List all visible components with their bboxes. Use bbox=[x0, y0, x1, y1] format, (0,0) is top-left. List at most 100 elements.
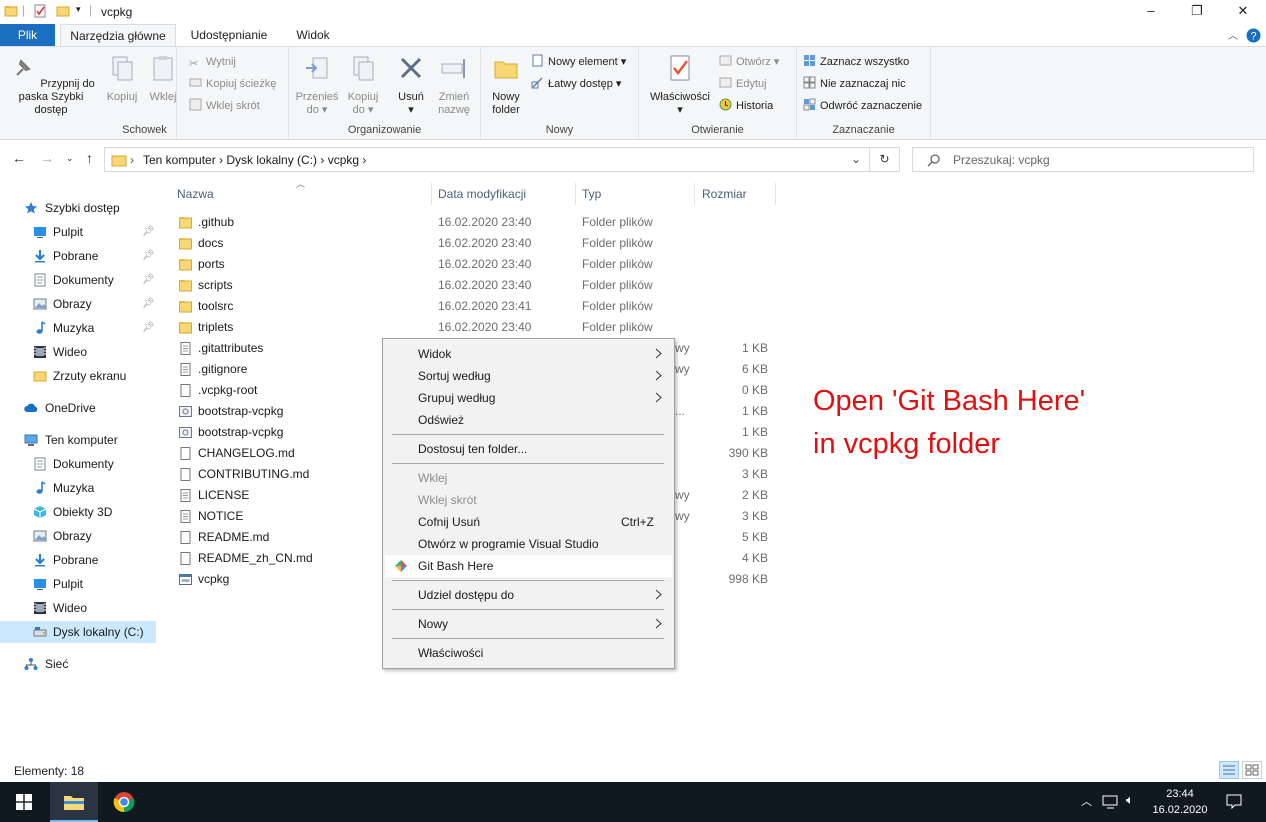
column-header-date[interactable]: Data modyfikacji bbox=[438, 187, 526, 201]
volume-icon[interactable]: 🔈︎ bbox=[1126, 792, 1134, 808]
sidebar-item-dokumenty[interactable]: Dokumenty 📌︎ bbox=[0, 269, 156, 291]
sidebar-item-pobrane[interactable]: Pobrane 📌︎ bbox=[0, 245, 156, 267]
sidebar-item-zrzuty-ekranu[interactable]: Zrzuty ekranu bbox=[0, 365, 156, 387]
file-row[interactable]: docs 16.02.2020 23:40 Folder plików bbox=[175, 233, 865, 254]
menu-item-otworz-w-programie-visual-studio[interactable]: Otwórz w programie Visual Studio bbox=[385, 533, 672, 555]
open-button[interactable]: Otwórz ▾ bbox=[719, 53, 779, 71]
recent-locations-icon[interactable]: ⌄ bbox=[66, 153, 74, 164]
pin-icon[interactable]: 📌︎ bbox=[142, 317, 155, 339]
new-folder-button[interactable]: Nowy folder bbox=[485, 53, 527, 117]
breadcrumb[interactable]: Ten komputer › Dysk lokalny (C:) › vcpkg… bbox=[143, 153, 366, 167]
start-button[interactable] bbox=[0, 782, 48, 822]
sidebar-item-obrazy[interactable]: Obrazy bbox=[0, 525, 156, 547]
sidebar-item-obrazy[interactable]: Obrazy 📌︎ bbox=[0, 293, 156, 315]
quick-access-dropdown[interactable]: ▾ bbox=[76, 4, 81, 15]
action-center-icon[interactable] bbox=[1226, 794, 1242, 810]
back-arrow-icon[interactable]: ← bbox=[12, 150, 26, 166]
sidebar-item-szybki-dostep[interactable]: Szybki dostęp bbox=[0, 197, 156, 219]
file-row[interactable]: ports 16.02.2020 23:40 Folder plików bbox=[175, 254, 865, 275]
refresh-button[interactable]: ↻ bbox=[870, 147, 900, 172]
invert-selection-button[interactable]: Odwróć zaznaczenie bbox=[803, 97, 922, 115]
pin-icon[interactable]: 📌︎ bbox=[142, 269, 155, 291]
maximize-button[interactable]: ❐ bbox=[1174, 0, 1220, 22]
folder-icon[interactable] bbox=[4, 4, 18, 18]
file-icon bbox=[180, 489, 191, 502]
sidebar-item-wideo[interactable]: Wideo bbox=[0, 341, 156, 363]
history-button[interactable]: Historia bbox=[719, 97, 773, 115]
minimize-button[interactable]: – bbox=[1128, 0, 1174, 22]
sidebar-item-pulpit[interactable]: Pulpit bbox=[0, 573, 156, 595]
file-row[interactable]: scripts 16.02.2020 23:40 Folder plików bbox=[175, 275, 865, 296]
menu-item-wklej-skrot[interactable]: Wklej skrót bbox=[385, 489, 672, 511]
system-clock[interactable]: 23:44 16.02.2020 bbox=[1148, 786, 1212, 818]
network-icon[interactable] bbox=[1102, 795, 1120, 809]
cut-button[interactable]: ✂ Wytnij bbox=[189, 53, 236, 71]
properties-button[interactable]: Właściwości ▾ bbox=[645, 53, 715, 117]
tab-share[interactable]: Udostępnianie bbox=[180, 24, 278, 46]
close-button[interactable]: ✕ bbox=[1220, 0, 1266, 22]
sidebar-item-dysk-lokalny-c[interactable]: Dysk lokalny (C:) bbox=[0, 621, 156, 643]
menu-item-odswiez[interactable]: Odśwież bbox=[385, 409, 672, 431]
menu-item-dostosuj-ten-folder[interactable]: Dostosuj ten folder... bbox=[385, 438, 672, 460]
sidebar-item-ten-komputer[interactable]: Ten komputer bbox=[0, 429, 156, 451]
copy-button[interactable]: Kopiuj bbox=[102, 53, 142, 104]
sidebar-item-onedrive[interactable]: OneDrive bbox=[0, 397, 156, 419]
easy-access-button[interactable]: Łatwy dostęp ▾ bbox=[531, 75, 621, 93]
large-icons-view-button[interactable] bbox=[1242, 761, 1262, 779]
menu-item-widok[interactable]: Widok bbox=[385, 343, 672, 365]
file-row[interactable]: toolsrc 16.02.2020 23:41 Folder plików bbox=[175, 296, 865, 317]
menu-item-udziel-dostepu-do[interactable]: Udziel dostępu do bbox=[385, 584, 672, 606]
details-view-button[interactable] bbox=[1219, 761, 1239, 779]
move-to-button[interactable]: Przenieś do ▾ bbox=[293, 53, 341, 117]
new-folder-icon[interactable] bbox=[56, 4, 70, 18]
menu-item-wlasciwosci[interactable]: Właściwości bbox=[385, 642, 672, 664]
sidebar-item-wideo[interactable]: Wideo bbox=[0, 597, 156, 619]
up-arrow-icon[interactable]: ↑ bbox=[86, 150, 93, 166]
sidebar-item-pulpit[interactable]: Pulpit 📌︎ bbox=[0, 221, 156, 243]
pin-icon[interactable]: 📌︎ bbox=[142, 293, 155, 315]
sidebar-item-pobrane[interactable]: Pobrane bbox=[0, 549, 156, 571]
delete-button[interactable]: Usuń ▾ bbox=[391, 53, 431, 117]
menu-item-git-bash-here[interactable]: Git Bash Here bbox=[385, 555, 672, 577]
sidebar-item-muzyka[interactable]: Muzyka 📌︎ bbox=[0, 317, 156, 339]
help-icon[interactable]: ? bbox=[1246, 28, 1261, 43]
select-all-button[interactable]: Zaznacz wszystko bbox=[803, 53, 909, 71]
column-header-size[interactable]: Rozmiar bbox=[702, 187, 747, 201]
search-input[interactable]: Przeszukaj: vcpkg bbox=[912, 147, 1254, 172]
menu-item-cofnij-usun[interactable]: Cofnij Usuń Ctrl+Z bbox=[385, 511, 672, 533]
taskbar-chrome[interactable] bbox=[100, 782, 148, 822]
show-hidden-icons[interactable]: ︿ bbox=[1081, 793, 1092, 809]
forward-arrow-icon[interactable]: → bbox=[40, 150, 54, 166]
pin-icon[interactable]: 📌︎ bbox=[142, 245, 155, 267]
edit-button[interactable]: Edytuj bbox=[719, 75, 767, 93]
file-row[interactable]: triplets 16.02.2020 23:40 Folder plików bbox=[175, 317, 865, 338]
column-header-name[interactable]: Nazwa bbox=[177, 187, 214, 201]
taskbar-file-explorer[interactable] bbox=[50, 782, 98, 822]
tab-file[interactable]: Plik bbox=[0, 24, 55, 46]
menu-item-nowy[interactable]: Nowy bbox=[385, 613, 672, 635]
new-item-button[interactable]: Nowy element ▾ bbox=[531, 53, 626, 71]
menu-item-sortuj-wedlug[interactable]: Sortuj według bbox=[385, 365, 672, 387]
select-none-button[interactable]: Nie zaznaczaj nic bbox=[803, 75, 906, 93]
address-bar[interactable]: › Ten komputer › Dysk lokalny (C:) › vcp… bbox=[104, 147, 870, 172]
menu-item-grupuj-wedlug[interactable]: Grupuj według bbox=[385, 387, 672, 409]
collapse-ribbon-icon[interactable]: ︿ bbox=[1228, 27, 1238, 42]
menu-item-wklej[interactable]: Wklej bbox=[385, 467, 672, 489]
sidebar-item-muzyka[interactable]: Muzyka bbox=[0, 477, 156, 499]
copy-to-button[interactable]: Kopiuj do ▾ bbox=[341, 53, 385, 117]
tab-home[interactable]: Narzędzia główne bbox=[60, 24, 176, 46]
pin-icon[interactable]: 📌︎ bbox=[142, 221, 155, 243]
copy-path-button[interactable]: Kopiuj ścieżkę bbox=[189, 75, 276, 93]
sidebar-item-siec[interactable]: Sieć bbox=[0, 653, 156, 675]
sidebar-item-obiekty-3d[interactable]: Obiekty 3D bbox=[0, 501, 156, 523]
file-row[interactable]: .github 16.02.2020 23:40 Folder plików bbox=[175, 212, 865, 233]
file-date: 16.02.2020 23:40 bbox=[438, 236, 532, 250]
pin-quick-access-button[interactable]: Przypnij do paska Szybki dostęp bbox=[2, 53, 100, 117]
column-header-type[interactable]: Typ bbox=[582, 187, 601, 201]
paste-shortcut-button[interactable]: Wklej skrót bbox=[189, 97, 260, 115]
rename-button[interactable]: Zmień nazwę bbox=[431, 53, 477, 117]
address-dropdown-icon[interactable]: ⌄ bbox=[851, 152, 861, 166]
properties-icon[interactable] bbox=[33, 4, 47, 18]
sidebar-item-dokumenty[interactable]: Dokumenty bbox=[0, 453, 156, 475]
tab-view[interactable]: Widok bbox=[284, 24, 342, 46]
